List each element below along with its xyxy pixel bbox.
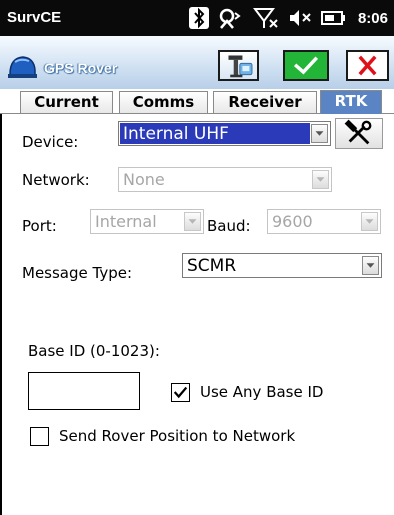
rtk-settings-panel: Device: Internal UHF Network: None Port:…: [0, 114, 394, 515]
port-select[interactable]: Internal: [90, 209, 204, 234]
clock[interactable]: 8:06: [358, 10, 388, 27]
send-rover-position-checkbox[interactable]: [30, 427, 49, 446]
baud-label: Baud:: [207, 217, 251, 235]
close-x-icon: [358, 55, 377, 76]
volume-muted-icon[interactable]: [288, 7, 312, 29]
hammer-wrench-icon: [344, 119, 372, 145]
network-select[interactable]: None: [118, 167, 332, 192]
device-label: Device:: [22, 133, 79, 151]
base-id-input[interactable]: [28, 372, 140, 410]
app-name: SurvCE: [7, 9, 62, 26]
device-value: Internal UHF: [123, 124, 229, 144]
cancel-button[interactable]: [346, 50, 389, 81]
tab-comms[interactable]: Comms: [119, 91, 208, 113]
message-type-label: Message Type:: [22, 264, 133, 282]
tab-bar: Current Comms Receiver RTK: [0, 89, 394, 114]
tab-rtk[interactable]: RTK: [320, 90, 382, 114]
checkmark-icon: [293, 56, 319, 75]
chevron-down-icon[interactable]: [184, 212, 201, 231]
base-id-label: Base ID (0-1023):: [28, 342, 160, 360]
port-value: Internal: [95, 212, 157, 231]
gps-rover-helmet-icon: [7, 52, 37, 80]
ok-button[interactable]: [283, 50, 329, 81]
window-title: GPS Rover: [44, 60, 118, 76]
send-rover-position-label[interactable]: Send Rover Position to Network: [59, 427, 295, 445]
port-label: Port:: [22, 217, 57, 235]
survey-instrument-icon: [228, 55, 253, 78]
status-bar: SurvCE 8:06: [0, 0, 394, 36]
message-type-select[interactable]: SCMR: [182, 253, 382, 278]
device-select[interactable]: Internal UHF: [118, 121, 331, 146]
baud-select[interactable]: 9600: [267, 209, 381, 234]
baud-value: 9600: [272, 212, 313, 231]
chevron-down-icon[interactable]: [311, 124, 328, 143]
message-type-value: SCMR: [187, 256, 237, 276]
tab-receiver[interactable]: Receiver: [213, 91, 317, 113]
network-label: Network:: [22, 171, 90, 189]
tab-current[interactable]: Current: [20, 91, 113, 113]
instrument-settings-button[interactable]: [218, 50, 259, 81]
gps-signal-icon[interactable]: [218, 7, 244, 29]
use-any-base-id-label[interactable]: Use Any Base ID: [200, 383, 323, 401]
checkmark-icon: [173, 386, 188, 399]
bluetooth-icon[interactable]: [188, 7, 209, 29]
device-config-button[interactable]: [335, 118, 383, 149]
use-any-base-id-checkbox[interactable]: [171, 383, 190, 402]
chevron-down-icon[interactable]: [362, 256, 379, 275]
chevron-down-icon[interactable]: [312, 170, 329, 189]
status-icons: 8:06: [188, 6, 388, 30]
no-cellular-signal-icon[interactable]: [252, 7, 279, 29]
chevron-down-icon[interactable]: [361, 212, 378, 231]
network-value: None: [123, 170, 165, 189]
title-bar: GPS Rover: [0, 36, 394, 90]
battery-icon[interactable]: [320, 7, 347, 29]
